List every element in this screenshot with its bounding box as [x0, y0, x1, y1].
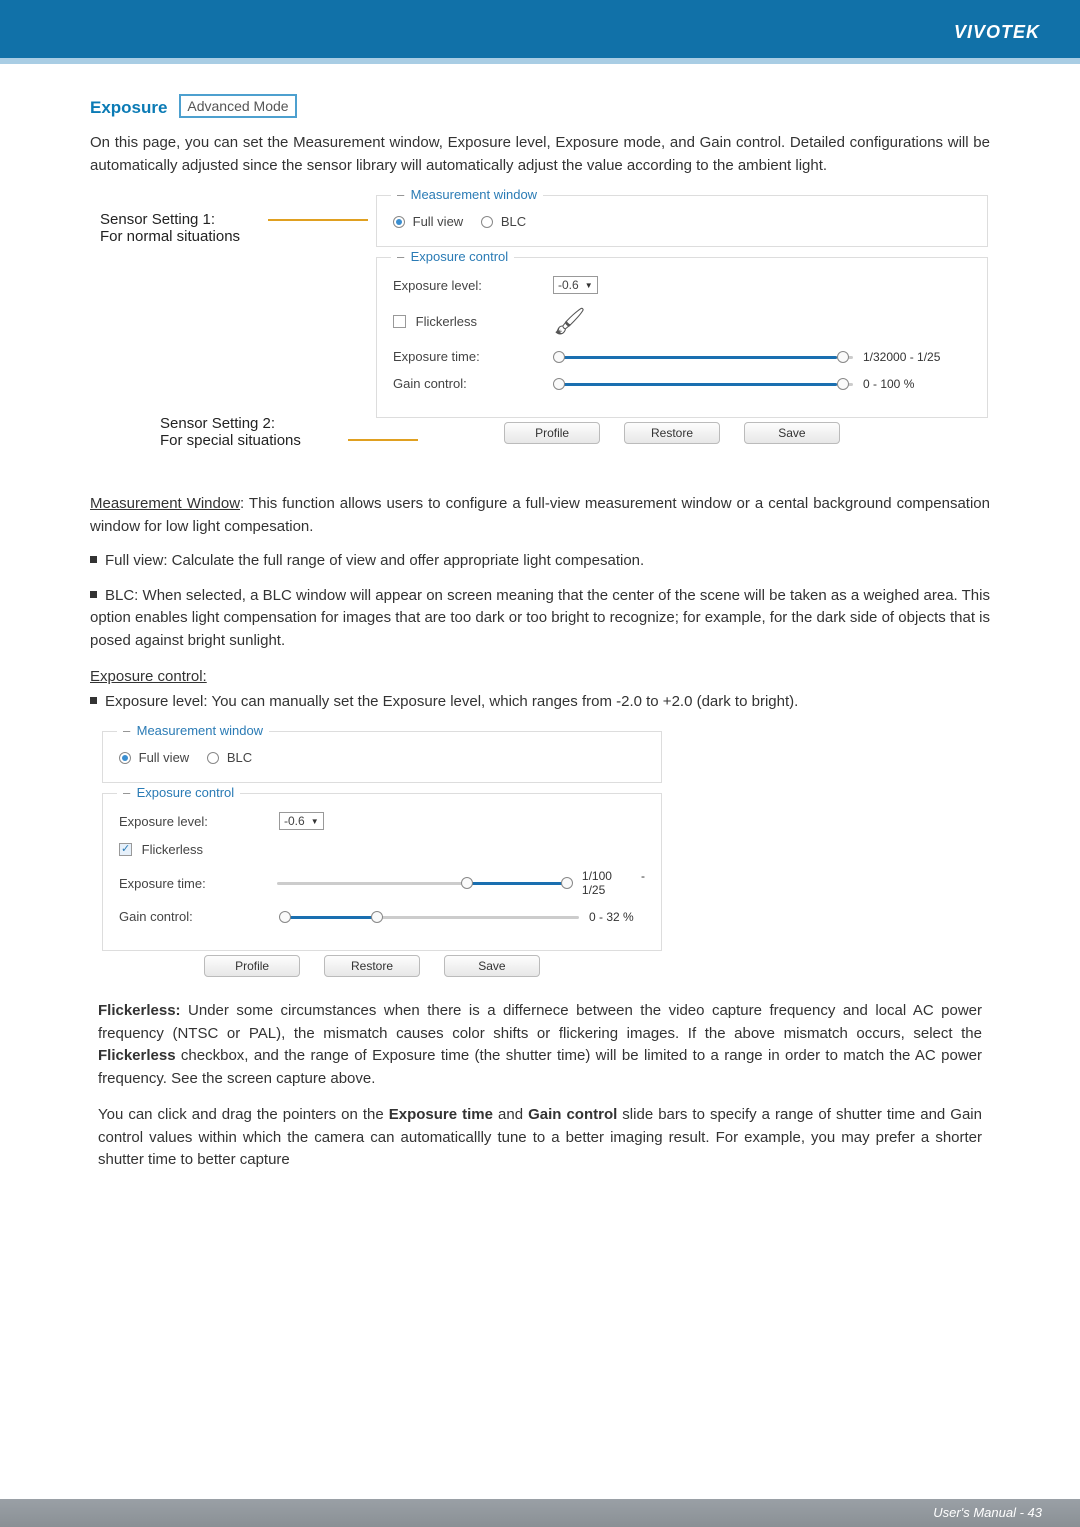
flickerless-checkbox-2[interactable]: [119, 843, 132, 856]
drag-paragraph: You can click and drag the pointers on t…: [90, 1104, 990, 1172]
sensor-setting-2-label: Sensor Setting 2: For special situations: [160, 415, 301, 449]
gain-control-slider-2[interactable]: [279, 910, 579, 924]
blc-label-2: BLC: [227, 750, 252, 765]
full-view-radio-2[interactable]: [119, 752, 131, 764]
gain-control-label: Gain control:: [393, 376, 553, 391]
exposure-level-label: Exposure level:: [393, 278, 553, 293]
chevron-down-icon: ▼: [585, 281, 593, 290]
save-button[interactable]: Save: [744, 422, 840, 444]
exposure-level-bullet: Exposure level: You can manually set the…: [90, 691, 990, 714]
gain-control-slider[interactable]: [553, 377, 853, 391]
brush-icon: 🖌: [553, 306, 586, 337]
measurement-window-panel: – Measurement window Full view BLC: [376, 195, 988, 247]
gain-control-label-2: Gain control:: [119, 909, 279, 924]
full-view-radio[interactable]: [393, 216, 405, 228]
intro-paragraph: On this page, you can set the Measuremen…: [90, 132, 990, 177]
measurement-window-paragraph: Measurement Window: This function allows…: [90, 493, 990, 538]
profile-button[interactable]: Profile: [504, 422, 600, 444]
measurement-window-panel-2: – Measurement window Full view BLC: [102, 731, 662, 783]
sensor-setting-1-label: Sensor Setting 1: For normal situations: [100, 211, 240, 245]
restore-button[interactable]: Restore: [624, 422, 720, 444]
exposure-control-heading: Exposure control:: [90, 666, 990, 689]
measurement-window-legend: – Measurement window: [391, 187, 543, 202]
blc-label: BLC: [501, 214, 526, 229]
callout-line-2: [348, 439, 418, 441]
blc-bullet: BLC: When selected, a BLC window will ap…: [90, 585, 990, 653]
save-button-2[interactable]: Save: [444, 955, 540, 977]
brand-logo: VIVOTEK: [954, 22, 1040, 43]
gain-control-value: 0 - 100 %: [863, 377, 914, 391]
exposure-control-panel: – Exposure control Exposure level: -0.6▼…: [376, 257, 988, 418]
gain-control-value-2: 0 - 32 %: [589, 910, 634, 924]
exposure-control-panel-2: – Exposure control Exposure level: -0.6▼…: [102, 793, 662, 951]
blc-radio[interactable]: [481, 216, 493, 228]
section-heading: Exposure Advanced Mode: [90, 94, 990, 118]
exposure-level-select-2[interactable]: -0.6▼: [279, 812, 324, 830]
exposure-control-legend-2: – Exposure control: [117, 785, 240, 800]
footer-band: User's Manual - 43: [0, 1499, 1080, 1527]
mode-badge: Advanced Mode: [179, 94, 296, 118]
exposure-time-value: 1/32000 - 1/25: [863, 350, 940, 364]
flickerless-checkbox[interactable]: [393, 315, 406, 328]
header-band: VIVOTEK: [0, 0, 1080, 58]
exposure-time-slider-2[interactable]: [277, 876, 572, 890]
full-view-bullet: Full view: Calculate the full range of v…: [90, 550, 990, 573]
exposure-control-legend: – Exposure control: [391, 249, 514, 264]
full-view-label-2: Full view: [139, 750, 190, 765]
exposure-time-label-2: Exposure time:: [119, 876, 277, 891]
restore-button-2[interactable]: Restore: [324, 955, 420, 977]
blc-radio-2[interactable]: [207, 752, 219, 764]
exposure-time-slider[interactable]: [553, 350, 853, 364]
measurement-window-legend-2: – Measurement window: [117, 723, 269, 738]
full-view-label: Full view: [413, 214, 464, 229]
profile-button-2[interactable]: Profile: [204, 955, 300, 977]
exposure-level-label-2: Exposure level:: [119, 814, 279, 829]
exposure-time-label: Exposure time:: [393, 349, 553, 364]
flickerless-paragraph: Flickerless: Under some circumstances wh…: [90, 1000, 990, 1090]
exposure-time-value-2: 1/100 - 1/25: [582, 869, 645, 897]
flickerless-label: Flickerless: [416, 314, 477, 329]
callout-line-1: [268, 219, 368, 221]
exposure-level-select[interactable]: -0.6▼: [553, 276, 598, 294]
footer-page-label: User's Manual - 43: [933, 1505, 1042, 1520]
section-title: Exposure: [90, 98, 167, 118]
chevron-down-icon: ▼: [311, 817, 319, 826]
flickerless-label-2: Flickerless: [142, 842, 203, 857]
